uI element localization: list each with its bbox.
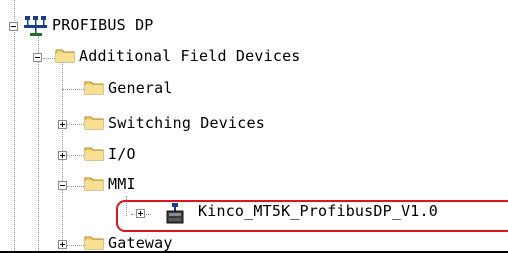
folder-icon bbox=[84, 177, 104, 191]
tree-item-switching-devices[interactable]: Switching Devices bbox=[108, 114, 265, 132]
tree-item-general[interactable]: General bbox=[108, 79, 173, 97]
folder-icon bbox=[84, 116, 104, 130]
tree-item-mmi[interactable]: MMI bbox=[108, 175, 136, 193]
tree-line bbox=[67, 186, 84, 187]
expand-toggle-kinco[interactable] bbox=[136, 209, 145, 218]
tree-item-io[interactable]: I/O bbox=[108, 145, 136, 163]
tree-item-additional-field-devices[interactable]: Additional Field Devices bbox=[79, 47, 301, 65]
device-icon bbox=[166, 203, 184, 224]
collapse-toggle-mmi[interactable] bbox=[58, 181, 67, 190]
tree-item-kinco-mt5k[interactable]: Kinco_MT5K_ProfibusDP_V1.0 bbox=[198, 202, 438, 220]
tree-line bbox=[14, 0, 15, 253]
folder-icon bbox=[84, 236, 104, 250]
collapse-toggle-profibus[interactable] bbox=[9, 22, 18, 31]
device-catalog-tree: PROFIBUS DP Additional Field Devices Gen… bbox=[0, 0, 508, 253]
tree-line bbox=[62, 89, 84, 90]
collapse-toggle-additional[interactable] bbox=[33, 53, 42, 62]
folder-icon bbox=[84, 81, 104, 95]
folder-icon bbox=[84, 147, 104, 161]
tree-line bbox=[67, 245, 84, 246]
tree-line bbox=[67, 155, 84, 156]
tree-item-profibus-dp[interactable]: PROFIBUS DP bbox=[52, 16, 154, 34]
expand-toggle-io[interactable] bbox=[58, 151, 67, 160]
tree-item-gateway[interactable]: Gateway bbox=[108, 234, 173, 252]
tree-line bbox=[38, 33, 39, 253]
tree-line bbox=[67, 124, 84, 125]
folder-icon bbox=[55, 49, 75, 63]
network-icon bbox=[24, 16, 47, 36]
expand-toggle-gateway[interactable] bbox=[58, 240, 67, 249]
expand-toggle-switching[interactable] bbox=[58, 120, 67, 129]
